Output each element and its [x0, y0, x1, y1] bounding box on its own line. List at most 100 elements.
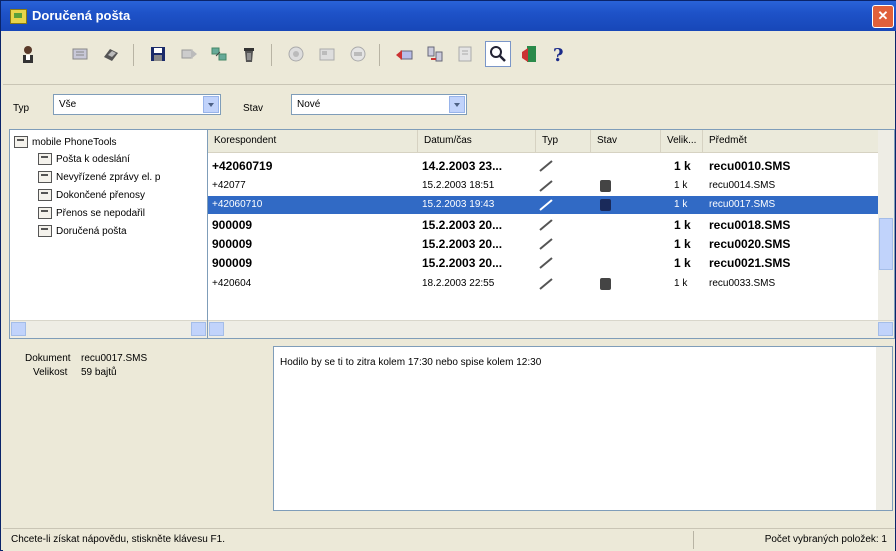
folder-icon	[38, 207, 52, 219]
table-row[interactable]: 900009 15.2.2003 20... 1 k recu0018.SMS	[208, 216, 880, 234]
read-status-icon	[600, 180, 611, 192]
chevron-down-icon[interactable]	[449, 96, 465, 113]
sms-type-icon	[539, 160, 553, 172]
help-button[interactable]: ?	[545, 41, 571, 67]
search-button[interactable]	[485, 41, 511, 67]
scroll-right-icon[interactable]	[878, 322, 893, 336]
exit-button[interactable]	[516, 41, 542, 67]
cell-predmet: recu0020.SMS	[709, 237, 791, 251]
scroll-left-icon[interactable]	[11, 322, 26, 336]
tree-item-pending[interactable]: Nevyřízené zprávy el. p	[38, 169, 161, 185]
scroll-left-icon[interactable]	[209, 322, 224, 336]
transfer-button[interactable]	[422, 41, 448, 67]
save-icon	[151, 47, 165, 61]
message-list: Korespondent Datum/čas Typ Stav Velik...…	[207, 129, 895, 339]
table-row[interactable]: 900009 15.2.2003 20... 1 k recu0021.SMS	[208, 254, 880, 272]
col-datum[interactable]: Datum/čas	[418, 130, 536, 152]
table-row[interactable]: 900009 15.2.2003 20... 1 k recu0020.SMS	[208, 235, 880, 253]
svg-text:?: ?	[553, 45, 564, 65]
scroll-thumb[interactable]	[879, 218, 893, 270]
tree-item-label: Doručená pošta	[56, 225, 127, 237]
exit-icon	[522, 46, 536, 62]
app-window: Doručená pošta ✕ ? Typ Vše Stav Nové mob…	[0, 0, 896, 551]
col-korespondent[interactable]: Korespondent	[208, 130, 418, 152]
forward-button[interactable]	[176, 41, 202, 67]
stav-select[interactable]: Nové	[291, 94, 467, 115]
tree-item-root[interactable]: mobile PhoneTools	[14, 134, 117, 150]
typ-select[interactable]: Vše	[53, 94, 221, 115]
col-velikost[interactable]: Velik...	[661, 130, 703, 152]
stav-label: Stav	[243, 103, 264, 114]
tree-item-outbox[interactable]: Pošta k odeslání	[38, 151, 130, 167]
tree-item-failed[interactable]: Přenos se nepodařil	[38, 205, 145, 221]
disc-button[interactable]	[345, 41, 371, 67]
delete-icon	[244, 48, 254, 62]
dokument-value: recu0017.SMS	[81, 353, 148, 364]
save-button[interactable]	[145, 41, 171, 67]
tree-item-inbox[interactable]: Doručená pošta	[38, 223, 127, 239]
message-details: Dokument recu0017.SMS Velikost 59 bajtů	[9, 343, 271, 526]
tree-item-label: Pošta k odeslání	[56, 153, 130, 165]
typ-label: Typ	[13, 103, 30, 114]
tree-item-label: Nevyřízené zprávy el. p	[56, 171, 161, 183]
properties-icon	[458, 46, 472, 62]
sms-type-icon	[539, 278, 553, 290]
tree-item-label: Přenos se nepodařil	[56, 207, 145, 219]
tree-item-completed[interactable]: Dokončené přenosy	[38, 187, 145, 203]
cell-korespondent: +420604	[212, 278, 252, 289]
dokument-label: Dokument	[25, 353, 71, 364]
window-title: Doručená pošta	[32, 8, 131, 23]
message-preview[interactable]: Hodilo by se ti to zitra kolem 17:30 neb…	[273, 346, 893, 511]
properties-button[interactable]	[452, 41, 478, 67]
col-predmet[interactable]: Předmět	[703, 130, 880, 152]
scroll-right-icon[interactable]	[191, 322, 206, 336]
folder-tree: mobile PhoneTools Pošta k odeslání Nevyř…	[9, 129, 208, 339]
delete-button[interactable]	[236, 41, 262, 67]
velikost-label: Velikost	[33, 367, 68, 378]
cell-korespondent: 900009	[212, 237, 253, 251]
title-bar[interactable]: Doručená pošta ✕	[1, 1, 896, 31]
cell-korespondent: 900009	[212, 256, 253, 270]
move-button[interactable]	[206, 41, 232, 67]
list-vscrollbar[interactable]	[878, 130, 894, 323]
contact-button[interactable]	[15, 41, 41, 67]
cell-predmet: recu0014.SMS	[709, 180, 776, 191]
cell-korespondent: +42060710	[212, 199, 263, 210]
cell-velikost: 1 k	[674, 278, 688, 289]
close-button[interactable]: ✕	[872, 5, 894, 28]
phone-button[interactable]	[283, 41, 309, 67]
reply-button[interactable]	[391, 41, 417, 67]
cell-korespondent: +42060719	[212, 159, 273, 173]
disc-icon	[350, 46, 366, 62]
table-row[interactable]: +42060719 14.2.2003 23... 1 k recu0010.S…	[208, 157, 880, 175]
sms-type-icon	[539, 199, 553, 211]
table-row[interactable]: +420604 18.2.2003 22:55 1 k recu0033.SMS	[208, 275, 880, 293]
contact-icon	[23, 46, 33, 63]
move-icon	[211, 47, 227, 61]
list-header: Korespondent Datum/čas Typ Stav Velik...…	[208, 130, 880, 153]
col-typ[interactable]: Typ	[536, 130, 591, 152]
sms-type-icon	[539, 219, 553, 231]
fax-button[interactable]	[98, 41, 124, 67]
cell-velikost: 1 k	[674, 237, 691, 251]
preview-vscrollbar[interactable]	[876, 347, 892, 510]
card-icon	[319, 48, 335, 61]
col-stav[interactable]: Stav	[591, 130, 661, 152]
tree-hscrollbar[interactable]	[10, 320, 207, 338]
status-hint: Chcete-li získat nápovědu, stiskněte klá…	[11, 534, 225, 545]
cell-predmet: recu0017.SMS	[709, 199, 776, 210]
list-hscrollbar[interactable]	[208, 320, 894, 338]
sms-button[interactable]	[67, 41, 93, 67]
toolbar: ?	[3, 32, 895, 85]
cell-predmet: recu0010.SMS	[709, 159, 791, 173]
cell-datum: 18.2.2003 22:55	[422, 278, 495, 289]
folder-icon	[38, 189, 52, 201]
cell-velikost: 1 k	[674, 218, 691, 232]
read-status-icon	[600, 278, 611, 290]
table-row[interactable]: +42077 15.2.2003 18:51 1 k recu0014.SMS	[208, 177, 880, 195]
stav-value: Nové	[297, 99, 321, 110]
phone-folder-icon	[14, 136, 28, 148]
chevron-down-icon[interactable]	[203, 96, 219, 113]
card-button[interactable]	[314, 41, 340, 67]
table-row-selected[interactable]: +42060710 15.2.2003 19:43 1 k recu0017.S…	[208, 196, 880, 214]
